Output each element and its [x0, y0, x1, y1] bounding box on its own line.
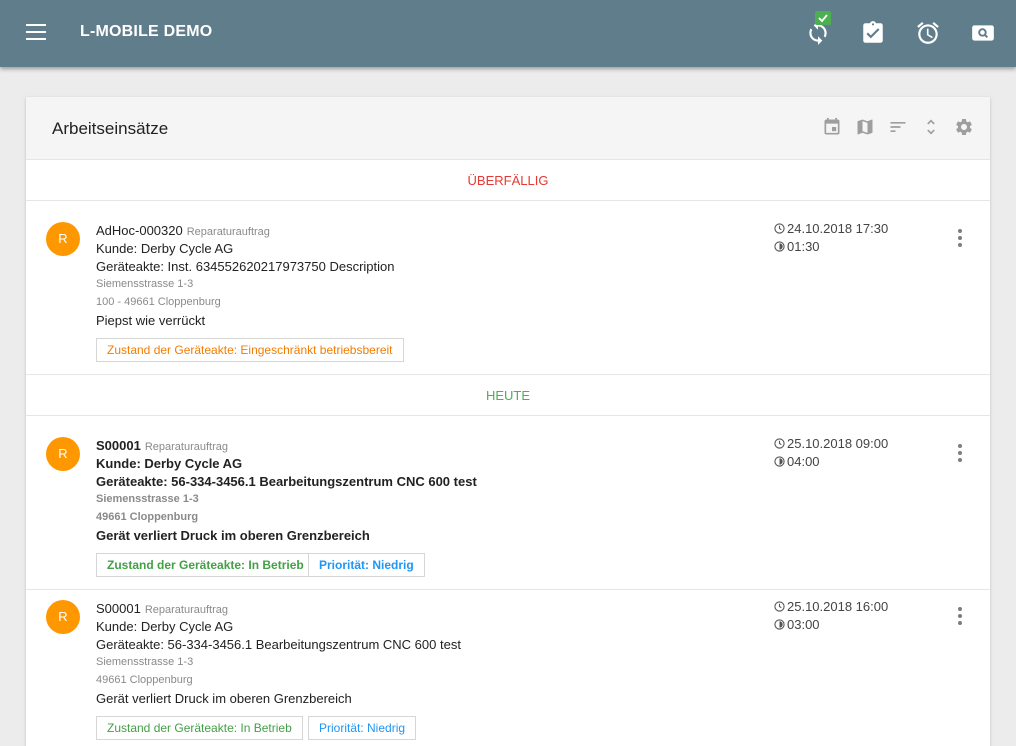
list-item[interactable]: R S00001 Reparaturauftrag Kunde: Derby Cy… [26, 416, 990, 589]
app-title: L-MOBILE DEMO [80, 23, 213, 40]
device-status-tag[interactable]: Zustand der Geräteakte: In Betrieb [96, 716, 303, 740]
device-status-tag[interactable]: Zustand der Geräteakte: Eingeschränkt be… [96, 338, 404, 362]
clock-icon [774, 223, 785, 234]
clock-icon [774, 438, 785, 449]
app-bar: L-MOBILE DEMO [0, 0, 1016, 67]
note-line: Gerät verliert Druck im oberen Grenzbere… [96, 691, 352, 706]
expand-icon[interactable] [921, 117, 941, 137]
timelapse-icon [774, 456, 785, 467]
duration: 04:00 [774, 454, 820, 469]
note-line: Piepst wie verrückt [96, 313, 206, 328]
section-today: HEUTE [26, 374, 990, 416]
note-line: Gerät verliert Druck im oberen Grenzbere… [96, 528, 370, 543]
duration: 01:30 [774, 239, 820, 254]
avatar: R [46, 437, 80, 471]
order-type: Reparaturauftrag [144, 441, 228, 453]
sort-icon[interactable] [888, 117, 908, 137]
work-orders-card: Arbeitseinsätze ÜBERFÄLLIG R AdHoc-00032… [26, 97, 990, 746]
device-line: Geräteakte: Inst. 634552620217973750 Des… [96, 259, 395, 274]
list-item[interactable]: R S00001 Reparaturauftrag Kunde: Derby Cy… [26, 589, 990, 746]
sync-ok-badge [815, 11, 831, 25]
page-title: Arbeitseinsätze [52, 119, 169, 138]
order-number: S00001 [96, 601, 141, 616]
clock-icon [774, 601, 785, 612]
city-line: 100 - 49661 Cloppenburg [96, 296, 221, 308]
order-type: Reparaturauftrag [186, 226, 270, 238]
order-type: Reparaturauftrag [144, 604, 228, 616]
city-line: 49661 Cloppenburg [96, 511, 199, 523]
device-line: Geräteakte: 56-334-3456.1 Bearbeitungsze… [96, 637, 461, 652]
gear-icon[interactable] [954, 117, 974, 137]
card-header: Arbeitseinsätze [26, 97, 990, 159]
calendar-icon[interactable] [822, 117, 842, 137]
photo-search-icon[interactable] [970, 20, 996, 46]
order-id: AdHoc-000320 Reparaturauftrag [96, 223, 270, 238]
street-line: Siemensstrasse 1-3 [96, 278, 194, 290]
alarm-icon[interactable] [915, 20, 941, 46]
device-line: Geräteakte: 56-334-3456.1 Bearbeitungsze… [96, 474, 477, 489]
list-item[interactable]: R AdHoc-000320 Reparaturauftrag Kunde: De… [26, 201, 990, 374]
customer-line: Kunde: Derby Cycle AG [96, 619, 234, 634]
priority-tag[interactable]: Priorität: Niedrig [308, 553, 425, 577]
street-line: Siemensstrasse 1-3 [96, 493, 199, 505]
avatar: R [46, 600, 80, 634]
city-line: 49661 Cloppenburg [96, 674, 193, 686]
due-time: 25.10.2018 09:00 [774, 436, 888, 451]
duration: 03:00 [774, 617, 820, 632]
menu-icon[interactable] [26, 24, 46, 40]
more-options-icon[interactable] [955, 607, 965, 625]
clipboard-check-icon[interactable] [860, 20, 886, 46]
more-options-icon[interactable] [955, 229, 965, 247]
due-time: 25.10.2018 16:00 [774, 599, 888, 614]
due-time: 24.10.2018 17:30 [774, 221, 888, 236]
timelapse-icon [774, 241, 785, 252]
order-id: S00001 Reparaturauftrag [96, 438, 228, 453]
section-overdue: ÜBERFÄLLIG [26, 159, 990, 201]
sync-icon[interactable] [805, 11, 831, 46]
map-icon[interactable] [855, 117, 875, 137]
priority-tag[interactable]: Priorität: Niedrig [308, 716, 417, 740]
timelapse-icon [774, 619, 785, 630]
more-options-icon[interactable] [955, 444, 965, 462]
customer-line: Kunde: Derby Cycle AG [96, 456, 243, 471]
order-number: S00001 [96, 438, 141, 453]
device-status-tag[interactable]: Zustand der Geräteakte: In Betrieb [96, 553, 315, 577]
customer-line: Kunde: Derby Cycle AG [96, 241, 234, 256]
street-line: Siemensstrasse 1-3 [96, 656, 194, 668]
avatar: R [46, 222, 80, 256]
order-id: S00001 Reparaturauftrag [96, 601, 228, 616]
order-number: AdHoc-000320 [96, 223, 183, 238]
